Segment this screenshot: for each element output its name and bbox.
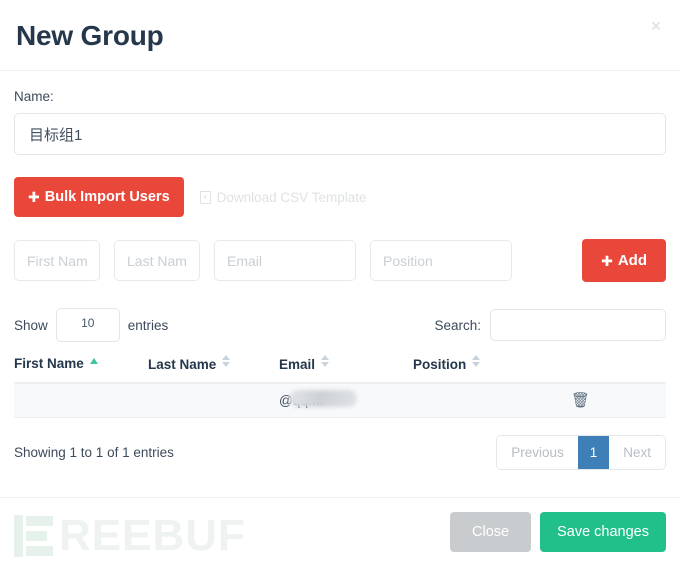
show-entries-group: Show 10 entries [14,308,168,342]
cell-last-name [148,383,279,418]
users-table: First Name Last Name Email Position 🗑 [14,352,666,418]
group-name-input[interactable] [14,113,666,155]
column-header-email[interactable]: Email [279,352,413,384]
add-user-button[interactable]: ✚ Add [582,239,666,282]
close-button[interactable]: Close [450,512,532,552]
download-csv-template-link[interactable]: x Download CSV Template [199,189,367,205]
position-input[interactable] [370,240,512,281]
modal-body: Name: ✚ Bulk Import Users x Download CSV… [0,71,680,474]
table-header-row: First Name Last Name Email Position [14,352,666,384]
email-input[interactable] [214,240,356,281]
entries-per-page-select[interactable]: 10 [55,308,120,342]
first-name-input[interactable] [14,240,100,281]
column-label-email: Email [279,357,316,372]
pagination: Previous 1 Next [496,434,666,470]
entries-label: entries [127,317,169,333]
save-changes-button[interactable]: Save changes [540,512,666,552]
users-table-head: First Name Last Name Email Position [14,352,666,384]
plus-icon: ✚ [601,252,613,269]
sort-both-icon [222,355,231,367]
show-label: Show [14,317,48,333]
name-label: Name: [14,89,54,104]
table-footer: Showing 1 to 1 of 1 entries Previous 1 N… [14,434,666,470]
add-user-label: Add [617,252,647,269]
csv-file-icon: x [199,190,211,204]
sort-both-icon [321,355,330,367]
pagination-previous-button[interactable]: Previous [497,435,578,469]
cell-actions: 🗑 [549,383,666,418]
cell-email: @qq.... [279,383,413,418]
pagination-page-1-button[interactable]: 1 [577,435,610,469]
users-table-body: @qq.... 🗑 [14,383,666,418]
column-label-position: Position [413,357,467,372]
table-controls: Show 10 entries Search: [14,308,666,342]
add-user-row: ✚ Add [14,239,666,282]
column-header-last-name[interactable]: Last Name [148,352,279,384]
sort-ascending-icon [89,358,99,366]
bulk-import-users-label: Bulk Import Users [44,189,170,205]
table-row: @qq.... 🗑 [14,383,666,418]
modal-footer: Close Save changes [0,497,680,566]
cell-position [413,383,549,418]
modal-header: New Group × [0,0,680,71]
column-label-last-name: Last Name [148,357,217,372]
column-header-first-name[interactable]: First Name [14,352,148,384]
pagination-next-button[interactable]: Next [609,435,665,469]
download-csv-template-label: Download CSV Template [216,189,367,205]
close-icon[interactable]: × [646,16,666,36]
entries-info: Showing 1 to 1 of 1 entries [14,444,174,460]
import-row: ✚ Bulk Import Users x Download CSV Templ… [14,177,666,217]
sort-both-icon [472,355,481,367]
cell-first-name [14,383,148,418]
column-header-actions [549,352,666,384]
bulk-import-users-button[interactable]: ✚ Bulk Import Users [14,177,184,217]
redaction-overlay [289,390,357,407]
page-title: New Group [16,20,164,51]
search-group: Search: [434,309,666,341]
column-label-first-name: First Name [14,356,84,371]
plus-icon: ✚ [28,189,40,205]
search-label: Search: [434,317,481,333]
search-input[interactable] [490,309,666,341]
new-group-modal: REEBUF New Group × Name: ✚ Bulk Import U… [0,0,680,566]
column-header-position[interactable]: Position [413,352,549,384]
trash-icon[interactable]: 🗑 [571,393,590,408]
last-name-input[interactable] [114,240,200,281]
